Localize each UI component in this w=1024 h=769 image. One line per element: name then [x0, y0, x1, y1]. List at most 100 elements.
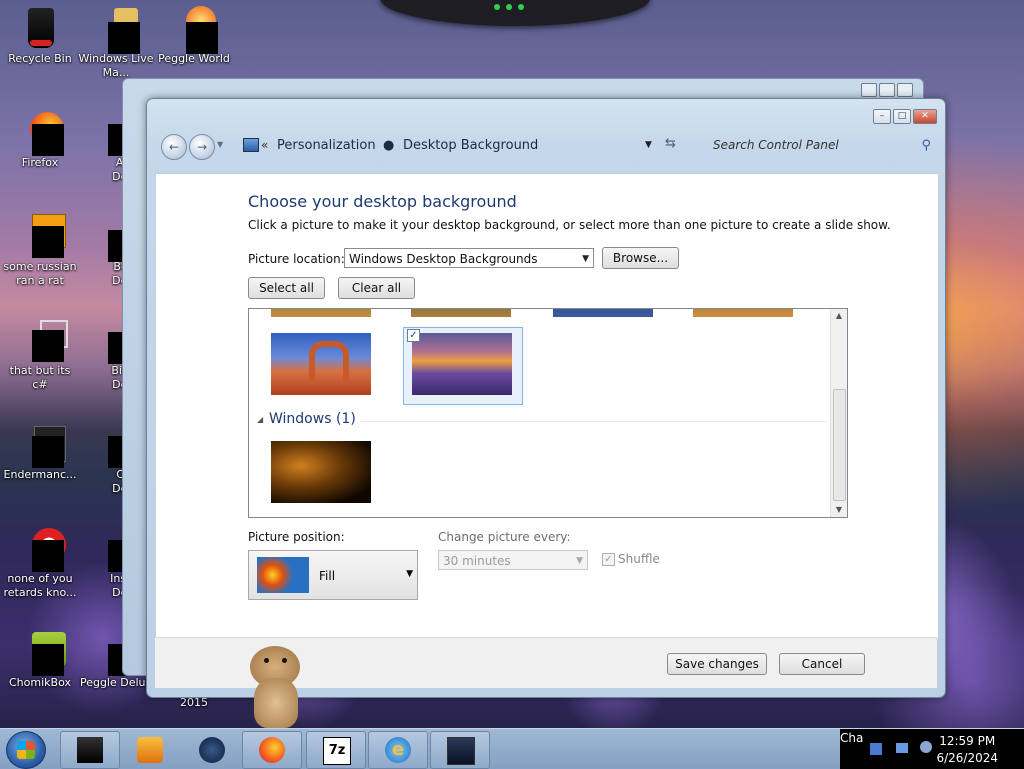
globe-icon	[199, 737, 225, 763]
arch-shape	[309, 341, 349, 381]
recycle-bin-icon	[18, 6, 62, 50]
windows-live-icon	[94, 6, 140, 54]
network-icon[interactable]	[896, 743, 908, 753]
close-button[interactable]: ✕	[913, 109, 937, 124]
black-box-icon	[77, 737, 103, 763]
browse-button[interactable]: Browse...	[602, 247, 679, 269]
chevron-down-icon: ▼	[582, 254, 589, 264]
maximize-button[interactable]: □	[893, 109, 911, 124]
desktop-icon-that-but-csharp[interactable]: that but its c#	[2, 318, 78, 392]
group-divider	[361, 421, 827, 422]
maximize-icon[interactable]	[879, 83, 895, 97]
start-button[interactable]	[6, 731, 46, 769]
save-changes-button[interactable]: Save changes	[667, 653, 767, 675]
taskbar-item-6[interactable]: e	[368, 731, 428, 769]
page-title: Choose your desktop background	[248, 192, 517, 211]
scrollbar-thumb[interactable]	[833, 389, 846, 501]
taskbar: 7z e Cha 12:59 PM 6/26/2024	[0, 728, 1024, 769]
chevron-down-icon: ▼	[576, 556, 583, 566]
wallpaper-thumb-partial-4[interactable]	[693, 309, 793, 317]
peggle-world-icon	[172, 6, 218, 54]
firefox-icon	[18, 110, 64, 156]
group-header-windows[interactable]: Windows (1)	[269, 411, 356, 427]
taskbar-clock[interactable]: 12:59 PM 6/26/2024	[936, 733, 998, 767]
gallery-scrollbar[interactable]: ▲ ▼	[830, 309, 847, 517]
refresh-icon[interactable]: ⇆	[665, 136, 676, 151]
media-player-icon	[137, 737, 163, 763]
taskbar-item-1[interactable]	[60, 731, 120, 769]
wallpaper-thumb-partial-2[interactable]	[411, 309, 511, 317]
navigation-bar: ← → ▼ « Personalization ● Desktop Backgr…	[159, 132, 935, 160]
picture-position-select[interactable]: Fill ▼	[248, 550, 418, 600]
volume-icon[interactable]	[920, 741, 932, 753]
tray-text: Cha	[840, 731, 864, 745]
hamster-figure	[244, 636, 308, 728]
wallpaper-thumb-sunset-lake[interactable]	[412, 333, 512, 395]
page-description: Click a picture to make it your desktop …	[248, 218, 891, 232]
picture-position-label: Picture position:	[248, 530, 345, 544]
breadcrumb-personalization[interactable]: Personalization	[277, 138, 376, 153]
wallpaper-thumb-windows[interactable]	[271, 441, 371, 503]
desktop-icon-peggle-world[interactable]: Peggle World	[156, 6, 232, 66]
picture-location-select[interactable]: Windows Desktop Backgrounds ▼	[344, 248, 594, 268]
desktop-icon-chomikbox[interactable]: ChomikBox	[2, 630, 78, 690]
desktop-icon-recycle-bin[interactable]: Recycle Bin	[2, 6, 78, 66]
search-input[interactable]: Search Control Panel ⚲	[707, 134, 935, 158]
minimize-icon[interactable]	[861, 83, 877, 97]
desktop-icon-russian-rat[interactable]: some russian ran a rat	[2, 214, 78, 288]
taskbar-item-4[interactable]	[242, 731, 302, 769]
address-bar[interactable]: « Personalization ● Desktop Background ▼	[243, 134, 655, 158]
desktop-icon-endermanch[interactable]: Endermanc...	[2, 422, 78, 482]
change-picture-label: Change picture every:	[438, 530, 571, 544]
select-all-button[interactable]: Select all	[248, 277, 325, 299]
firefox-icon	[259, 737, 285, 763]
breadcrumb-desktop-background[interactable]: Desktop Background	[403, 138, 538, 153]
chomikbox-icon	[18, 630, 66, 676]
wallpaper-thumb-arch[interactable]	[271, 333, 371, 395]
taskbar-item-5[interactable]: 7z	[306, 731, 366, 769]
windows-logo-icon	[17, 741, 35, 759]
shuffle-label: Shuffle	[618, 552, 660, 566]
taskbar-item-3[interactable]	[182, 731, 242, 769]
change-picture-select[interactable]: 30 minutes ▼	[438, 550, 588, 570]
thumb-checkbox-checked[interactable]: ✓	[407, 329, 420, 342]
scroll-up-icon[interactable]: ▲	[831, 309, 847, 323]
flower-preview-icon	[257, 557, 309, 593]
clear-all-button[interactable]: Clear all	[338, 277, 415, 299]
close-icon[interactable]	[897, 83, 913, 97]
red-circle-icon	[18, 526, 66, 572]
taskbar-item-2[interactable]	[120, 731, 180, 769]
tray-app-icon[interactable]	[870, 743, 882, 755]
scroll-down-icon[interactable]: ▼	[831, 503, 847, 517]
recent-pages-icon[interactable]: ▼	[217, 140, 223, 149]
forward-button[interactable]: →	[189, 134, 215, 160]
wallpaper-thumb-partial-3[interactable]	[553, 309, 653, 317]
control-panel-icon	[243, 138, 259, 152]
back-button[interactable]: ←	[161, 134, 187, 160]
picture-location-label: Picture location:	[248, 252, 345, 266]
endermanch-icon	[18, 422, 66, 468]
taskbar-item-7[interactable]	[430, 731, 490, 769]
cancel-button[interactable]: Cancel	[779, 653, 865, 675]
shuffle-checkbox[interactable]: ✓	[602, 553, 615, 566]
desktop-icon-none-of-you[interactable]: none of you retards kno...	[2, 526, 78, 600]
desktop-icon-firefox[interactable]: Firefox	[2, 110, 78, 170]
monitor-icon	[447, 737, 475, 765]
content-pane: Choose your desktop background Click a p…	[155, 173, 939, 639]
desktop-icon-windows-live[interactable]: Windows Live Ma...	[78, 6, 154, 80]
breadcrumb-chevron-icon: «	[261, 138, 269, 152]
address-dropdown-icon[interactable]: ▼	[645, 140, 652, 150]
desktop-background-window[interactable]: – □ ✕ ← → ▼ « Personalization ● Desktop …	[146, 98, 946, 698]
app-e-icon	[18, 214, 66, 258]
system-tray: Cha 12:59 PM 6/26/2024	[840, 729, 1024, 769]
group-collapse-icon[interactable]: ◢	[257, 415, 263, 424]
chevron-down-icon: ▼	[406, 569, 413, 579]
7zip-icon: 7z	[323, 737, 351, 765]
minimize-button[interactable]: –	[873, 109, 891, 124]
breadcrumb-separator: ●	[383, 138, 395, 153]
desktop-icon-2015[interactable]: 2015	[156, 696, 232, 710]
wallpaper-thumb-partial-1[interactable]	[271, 309, 371, 317]
search-icon[interactable]: ⚲	[921, 138, 931, 153]
internet-explorer-icon: e	[385, 737, 411, 763]
picture-gallery[interactable]: ✓ ◢ Windows (1) ▲ ▼	[248, 308, 848, 518]
